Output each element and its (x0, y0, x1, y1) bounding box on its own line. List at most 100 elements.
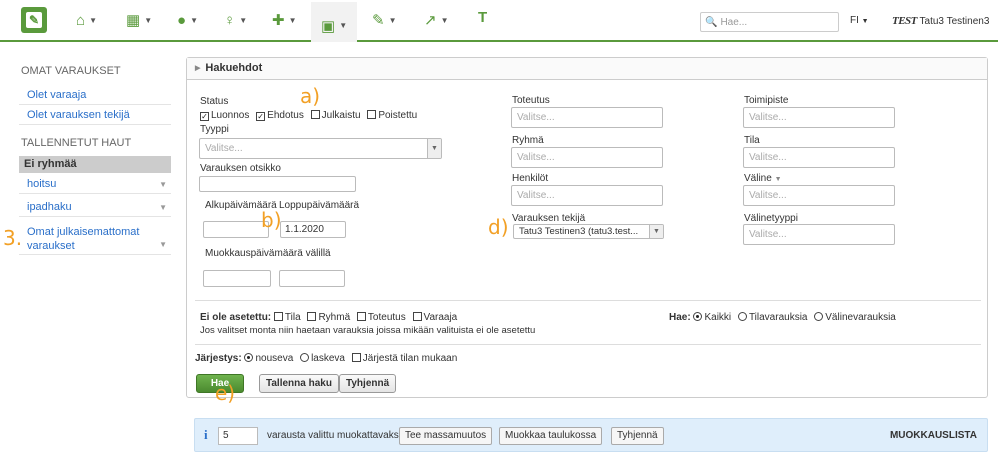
toteutus-select[interactable]: Valitse... (511, 107, 663, 128)
radio-selected-icon (693, 312, 703, 321)
user-icon: ● (177, 11, 187, 29)
status-options: ✓ Luonnos ✓ Ehdotus Julkaistu Poistettu (200, 110, 421, 121)
start-date-input[interactable] (203, 221, 269, 238)
unset-option[interactable]: Varaaja (412, 312, 457, 323)
line-chart-icon: ↗ (424, 12, 437, 29)
type-select[interactable]: Valitse... ▼ (199, 138, 442, 159)
chevron-down-icon: ▼ (288, 15, 297, 25)
chevron-down-icon[interactable]: ▼ (775, 176, 782, 183)
henkilot-select[interactable]: Valitse... (511, 185, 663, 206)
valinetyyppi-label: Välinetyyppi (744, 213, 798, 224)
creator-select[interactable]: Tatu3 Testinen3 (tatu3.test... ▼ (513, 224, 664, 239)
valinetyyppi-select[interactable]: Valitse... (743, 224, 895, 245)
end-date-input[interactable]: 1.1.2020 (280, 221, 346, 238)
lightbulb-icon: ♀ (224, 11, 236, 29)
modified-end-input[interactable] (279, 270, 345, 287)
puzzle-menu[interactable]: ✚ ▼ (272, 9, 297, 31)
hae-option[interactable]: Kaikki (693, 312, 731, 323)
toteutus-label: Toteutus (512, 95, 550, 106)
saved-search-item[interactable]: ipadhaku ▼ (19, 198, 171, 217)
home-menu[interactable]: ⌂ ▼ (76, 9, 97, 31)
info-icon: i (204, 427, 208, 442)
modified-start-input[interactable] (203, 270, 271, 287)
checkbox-icon (412, 312, 422, 321)
reports-menu[interactable]: ↗ ▼ (424, 9, 449, 31)
unset-option[interactable]: Toteutus (356, 312, 406, 323)
radio-icon (737, 312, 747, 321)
search-criteria-panel: ▶ Hakuehdot Status ✓ Luonnos ✓ Ehdotus Julk… (186, 57, 988, 405)
chevron-down-icon[interactable]: ▼ (159, 238, 167, 252)
building-menu[interactable]: ▦ ▼ (126, 9, 152, 31)
hae-option[interactable]: Välinevarauksia (814, 312, 896, 323)
order-option[interactable]: nouseva (244, 353, 293, 364)
saved-search-item[interactable]: Omat julkaisemattomat varaukset ▼ (19, 222, 171, 255)
status-option[interactable]: Poistettu (367, 110, 417, 121)
order-option[interactable]: laskeva (300, 353, 345, 364)
tools-menu[interactable]: ✎ ▼ (372, 9, 397, 31)
search-input[interactable]: 🔍 Hae... (700, 12, 839, 32)
user-menu[interactable]: ● ▼ (177, 9, 198, 31)
calendar-menu[interactable]: ▣ ▼ (311, 2, 358, 42)
hae-option[interactable]: Tilavarauksia (737, 312, 807, 323)
checkbox-icon (310, 110, 320, 119)
mass-change-button[interactable]: Tee massamuutos (399, 427, 493, 445)
sidebar-item-booker[interactable]: Olet varaaja (19, 86, 171, 105)
radio-selected-icon (244, 353, 254, 362)
divider (195, 344, 981, 345)
tila-select[interactable]: Valitse... (743, 147, 895, 168)
edit-list-label[interactable]: MUOKKAUSLISTA (890, 430, 977, 441)
divider (195, 300, 981, 301)
chevron-down-icon[interactable]: ▼ (159, 180, 167, 189)
status-option[interactable]: ✓ Luonnos (200, 110, 249, 121)
t-menu[interactable]: T (478, 9, 487, 26)
wrench-icon: ✎ (372, 12, 385, 29)
sidebar-heading-saved: TALLENNETUT HAUT (21, 137, 132, 149)
sidebar-item-creator[interactable]: Olet varauksen tekijä (19, 106, 171, 125)
checkbox-icon (307, 312, 317, 321)
chevron-down-icon[interactable]: ▼ (159, 203, 167, 212)
saved-search-item[interactable]: hoitsu ▼ (19, 175, 171, 194)
edit-in-table-button[interactable]: Muokkaa taulukossa (499, 427, 603, 445)
panel-header[interactable]: ▶ Hakuehdot (187, 58, 987, 80)
chevron-down-icon: ▼ (144, 15, 153, 25)
lightbulb-menu[interactable]: ♀ ▼ (224, 9, 247, 31)
status-option[interactable]: ✓ Ehdotus (256, 110, 304, 121)
home-icon: ⌂ (76, 11, 86, 29)
chevron-down-icon: ▼ (649, 225, 663, 238)
mass-edit-bar: i 5 varausta valittu muokattavaksi. Tee … (194, 418, 988, 452)
ryhma-select[interactable]: Valitse... (511, 147, 663, 168)
env-badge: TEST (892, 15, 917, 27)
toimipiste-select[interactable]: Valitse... (743, 107, 895, 128)
selected-count-text: varausta valittu muokattavaksi. (267, 430, 404, 441)
user-box[interactable]: TEST Tatu3 Testinen3 (892, 15, 989, 27)
unset-option[interactable]: Ryhmä (307, 312, 350, 323)
annotation-b: b) (261, 208, 282, 232)
henkilot-label: Henkilöt (512, 173, 549, 184)
checkbox-icon (351, 353, 361, 362)
app-logo-icon[interactable]: ✎ (21, 7, 47, 33)
status-option[interactable]: Julkaistu (310, 110, 361, 121)
unset-option[interactable]: Tila (273, 312, 301, 323)
tila-label: Tila (744, 135, 760, 146)
chevron-down-icon: ▼ (861, 18, 869, 25)
clear-button[interactable]: Tyhjennä (339, 374, 397, 393)
booking-title-input[interactable] (199, 176, 356, 192)
valine-select[interactable]: Valitse... (743, 185, 895, 206)
language-selector[interactable]: FI ▼ (850, 15, 869, 26)
clear-selection-button[interactable]: Tyhjennä (611, 427, 664, 445)
search-icon: 🔍 (705, 16, 718, 28)
save-search-button[interactable]: Tallenna haku (259, 374, 339, 393)
chevron-down-icon: ▼ (339, 21, 348, 30)
selected-count-field[interactable]: 5 (218, 427, 258, 445)
radio-icon (300, 353, 310, 362)
puzzle-icon: ✚ (272, 12, 285, 29)
valine-label: Väline ▼ (744, 173, 782, 184)
calendar-icon: ▣ (321, 17, 336, 35)
checkbox-checked-icon: ✓ (200, 112, 209, 121)
sidebar-heading-own: OMAT VARAUKSET (21, 65, 121, 77)
ryhma-label: Ryhmä (512, 135, 544, 146)
end-date-label: Loppupäivämäärä (279, 200, 360, 211)
order-by-room-option[interactable]: Järjestä tilan mukaan (351, 353, 457, 364)
chevron-down-icon: ▼ (427, 139, 441, 158)
unset-help-text: Jos valitset monta niin haetaan varauksi… (200, 325, 536, 336)
